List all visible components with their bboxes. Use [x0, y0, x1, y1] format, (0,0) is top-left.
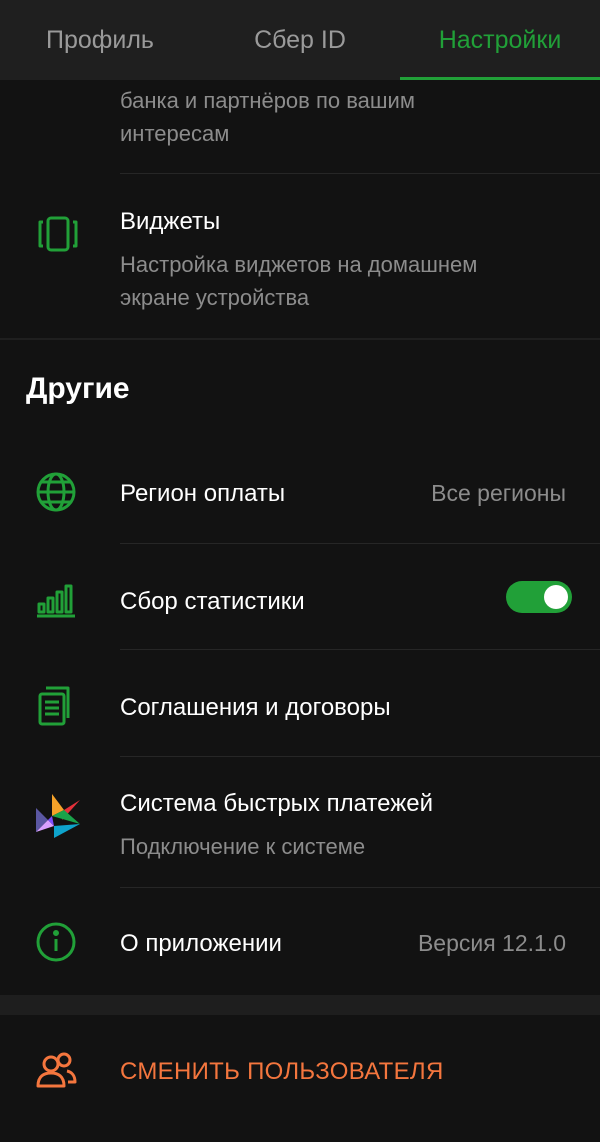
app-version-value: Версия 12.1.0	[417, 930, 566, 956]
about-app-title: О приложении	[120, 930, 282, 957]
divider	[120, 173, 600, 174]
widgets-icon	[36, 212, 80, 256]
switch-user-label: СМЕНИТЬ ПОЛЬЗОВАТЕЛЯ	[120, 1058, 444, 1085]
widgets-item[interactable]: Виджеты Настройка виджетов на домашнем э…	[0, 190, 600, 320]
statistics-item[interactable]: Сбор статистики	[0, 568, 600, 634]
tab-profile[interactable]: Профиль	[0, 0, 200, 80]
documents-icon	[34, 684, 78, 728]
settings-section-top: банка и партнёров по вашим интересам Вид…	[0, 80, 600, 338]
section-divider	[0, 338, 600, 340]
about-app-item[interactable]: О приложении Версия 12.1.0	[0, 910, 600, 976]
tab-sber-id[interactable]: Сбер ID	[200, 0, 400, 80]
section-gap	[0, 995, 600, 1015]
statistics-title: Сбор статистики	[120, 588, 305, 615]
sbp-item[interactable]: Система быстрых платежей Подключение к с…	[0, 780, 600, 870]
divider	[120, 543, 600, 544]
info-icon	[34, 920, 78, 964]
tab-settings[interactable]: Настройки	[400, 0, 600, 80]
toggle-knob	[544, 585, 568, 609]
tab-bar: Профиль Сбер ID Настройки	[0, 0, 600, 80]
partial-item-subtitle-line2: интересам	[120, 121, 230, 146]
sbp-title: Система быстрых платежей	[120, 790, 434, 817]
partial-item-subtitle-line1: банка и партнёров по вашим	[120, 88, 415, 113]
agreements-item[interactable]: Соглашения и договоры	[0, 674, 600, 740]
section-title-others: Другие	[26, 372, 130, 405]
statistics-icon	[34, 578, 78, 622]
switch-user-button[interactable]: СМЕНИТЬ ПОЛЬЗОВАТЕЛЯ	[0, 1038, 600, 1104]
widgets-title: Виджеты	[120, 208, 221, 235]
sbp-subtitle: Подключение к системе	[120, 834, 366, 859]
region-payment-title: Регион оплаты	[120, 480, 286, 507]
divider	[120, 887, 600, 888]
users-icon	[34, 1048, 78, 1092]
widgets-subtitle-line1: Настройка виджетов на домашнем	[120, 252, 478, 277]
sbp-logo-icon	[34, 790, 82, 842]
divider	[120, 756, 600, 757]
agreements-title: Соглашения и договоры	[120, 694, 391, 721]
region-payment-value: Все регионы	[431, 480, 566, 506]
region-payment-item[interactable]: Регион оплаты Все регионы	[0, 460, 600, 526]
globe-icon	[34, 470, 78, 514]
divider	[120, 649, 600, 650]
statistics-toggle[interactable]	[506, 581, 572, 613]
widgets-subtitle-line2: экране устройства	[120, 285, 310, 310]
